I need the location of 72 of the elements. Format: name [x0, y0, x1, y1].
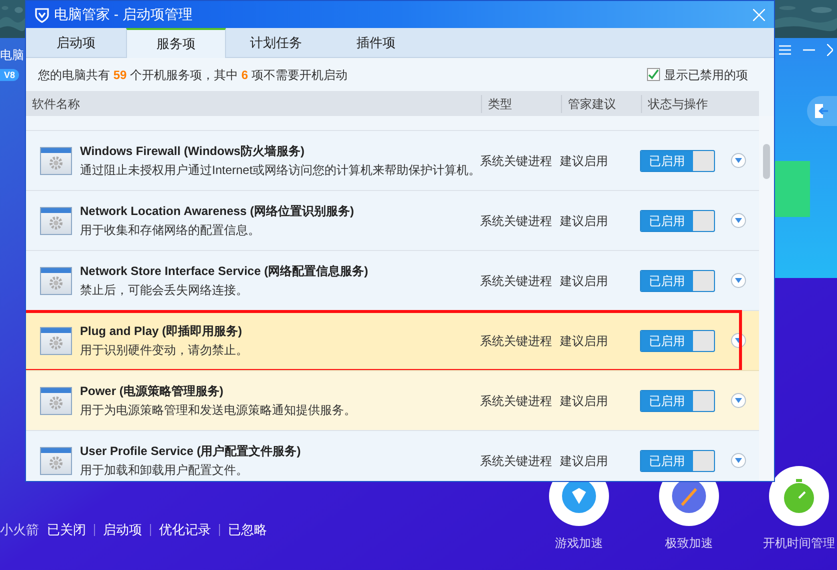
table-cell-text: 建议启用	[560, 452, 609, 470]
column-header[interactable]: 软件名称	[26, 94, 481, 112]
program-icon	[40, 326, 72, 354]
program-icon	[40, 206, 72, 234]
service-description: 禁止后，可能会丢失网络连接。	[80, 282, 249, 299]
table-cell-text: 建议启用	[560, 212, 609, 230]
program-icon	[40, 266, 72, 294]
caret-icon	[735, 338, 742, 343]
tab[interactable]: 启动项	[26, 28, 126, 58]
service-description: 用于识别硬件变动，请勿禁止。	[80, 342, 249, 359]
tab[interactable]: 插件项	[326, 28, 426, 58]
tab[interactable]: 服务项	[126, 28, 226, 58]
program-icon	[40, 446, 72, 474]
minimize-icon[interactable]	[803, 49, 815, 51]
summary-text: 您的电脑共有 59 个开机服务项，其中 6 项不需要开机启动	[38, 66, 348, 84]
program-icon	[40, 386, 72, 414]
caret-icon	[735, 458, 742, 463]
stopwatch-icon	[781, 478, 817, 514]
scrollbar-thumb[interactable]	[763, 144, 770, 179]
shield-icon	[34, 6, 50, 22]
caret-icon	[735, 158, 742, 163]
tool-label: 极致加速	[665, 535, 713, 552]
tool-label: 游戏加速	[555, 535, 603, 552]
table-cell-text: 建议启用	[560, 272, 609, 290]
menu-icon[interactable]	[779, 44, 791, 56]
table-cell-text: 建议启用	[560, 152, 609, 170]
expand-button[interactable]	[731, 153, 746, 168]
action-tile	[775, 161, 810, 217]
tool-label: 开机时间管理	[763, 535, 835, 552]
service-name: Network Location Awareness (网络位置识别服务)	[80, 203, 356, 220]
app-name: 电脑	[0, 47, 24, 64]
column-header[interactable]: 类型	[481, 94, 561, 112]
expand-button[interactable]	[731, 453, 746, 468]
caret-icon	[735, 218, 742, 223]
rocket-status: 已关闭	[47, 521, 86, 539]
service-name: Power (电源策略管理服务)	[80, 383, 224, 400]
service-name: User Profile Service (用户配置文件服务)	[80, 443, 302, 460]
caret-icon	[735, 278, 742, 283]
version-badge: V8	[0, 69, 20, 81]
table-cell-text: 建议启用	[560, 332, 609, 350]
service-name: Plug and Play (即插即用服务)	[80, 323, 244, 340]
table-cell-text: 系统关键进程	[480, 392, 553, 410]
checkbox[interactable]	[647, 68, 660, 81]
bottom-link[interactable]: 优化记录	[159, 520, 211, 540]
column-header[interactable]: 管家建议	[561, 94, 641, 112]
checkbox-label: 显示已禁用的项	[664, 66, 748, 84]
service-description: 用于收集和存储网络的配置信息。	[80, 222, 261, 239]
program-icon	[40, 146, 72, 174]
table-cell-text: 系统关键进程	[480, 212, 553, 230]
table-row[interactable]: Plug and Play (即插即用服务) 用于识别硬件变动，请勿禁止。 系统关键进程 建议启用 已启用	[26, 310, 759, 370]
service-description: 用于加载和卸载用户配置文件。	[80, 462, 249, 479]
service-description: 用于为电源策略管理和发送电源策略通知提供服务。	[80, 402, 357, 419]
caret-icon	[735, 398, 742, 403]
table-row[interactable]: Power (电源策略管理服务) 用于为电源策略管理和发送电源策略通知提供服务。 系统关键进程 建议启用 已启用	[26, 370, 759, 430]
table-cell-text: 系统关键进程	[480, 452, 553, 470]
service-name: Network Store Interface Service (网络配置信息服务)	[80, 263, 370, 280]
service-name: Windows Firewall (Windows防火墙服务)	[80, 143, 306, 160]
table-cell-text: 系统关键进程	[480, 152, 553, 170]
table-cell-text: 系统关键进程	[480, 272, 553, 290]
expand-button[interactable]	[731, 393, 746, 408]
service-description: 通过阻止未授权用户通过Internet或网络访问您的计算机来帮助保护计算机。	[80, 163, 480, 179]
bottom-link[interactable]: 启动项	[103, 520, 142, 540]
column-header[interactable]: 状态与操作	[641, 94, 759, 112]
window-title: 电脑管家 - 启动项管理	[54, 5, 192, 24]
table-cell-text: 系统关键进程	[480, 332, 553, 350]
tab[interactable]: 计划任务	[226, 28, 326, 58]
table-cell-text: 建议启用	[560, 392, 609, 410]
rocket-label: 小火箭	[0, 521, 39, 539]
expand-button[interactable]	[731, 213, 746, 228]
expand-button[interactable]	[731, 273, 746, 288]
bottom-link[interactable]: 已忽略	[228, 520, 267, 540]
exit-icon[interactable]	[815, 104, 829, 118]
